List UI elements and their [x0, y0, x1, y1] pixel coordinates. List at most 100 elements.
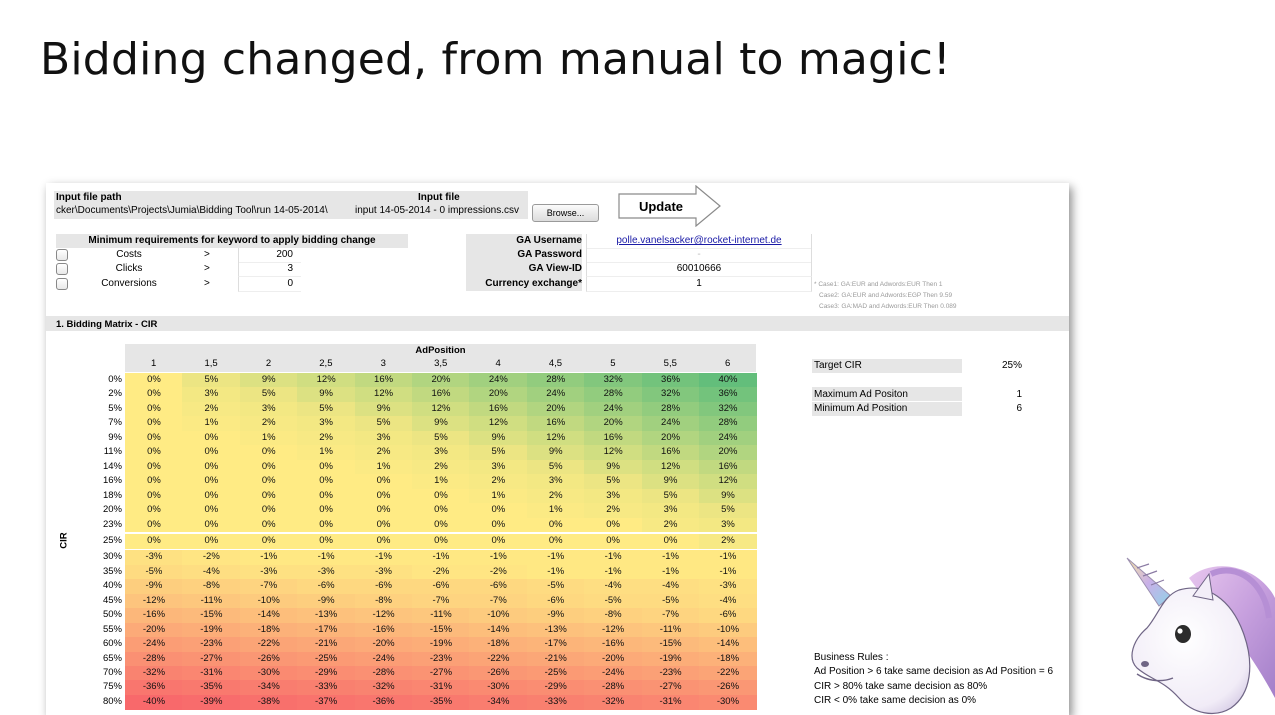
matrix-cell[interactable]: 2%	[412, 459, 470, 475]
matrix-cell[interactable]: -1%	[584, 550, 643, 566]
matrix-cell[interactable]: -29%	[526, 680, 585, 696]
matrix-cell[interactable]: 2%	[584, 503, 643, 518]
matrix-cell[interactable]: -4%	[584, 579, 643, 595]
matrix-cell[interactable]: -24%	[125, 637, 183, 653]
matrix-cell[interactable]: -6%	[412, 579, 470, 595]
matrix-cell[interactable]: -2%	[412, 564, 470, 580]
matrix-cell[interactable]: -1%	[699, 550, 757, 566]
matrix-cell[interactable]: 0%	[125, 517, 183, 533]
matrix-cell[interactable]: -6%	[354, 579, 413, 595]
matrix-cell[interactable]: -35%	[182, 680, 241, 696]
matrix-cell[interactable]: 24%	[699, 430, 757, 446]
matrix-cell[interactable]: 0%	[297, 503, 356, 518]
matrix-cell[interactable]: 28%	[584, 387, 643, 403]
matrix-cell[interactable]: -4%	[641, 579, 700, 595]
matrix-cell[interactable]: 0%	[239, 533, 298, 549]
matrix-cell[interactable]: 5%	[699, 503, 757, 518]
matrix-cell[interactable]: -1%	[412, 550, 470, 566]
matrix-cell[interactable]: 3%	[354, 430, 413, 446]
matrix-cell[interactable]: 32%	[584, 373, 643, 388]
matrix-cell[interactable]: 0%	[469, 533, 528, 549]
matrix-cell[interactable]: 0%	[469, 517, 528, 533]
matrix-cell[interactable]: 0%	[182, 445, 241, 461]
matrix-cell[interactable]: -3%	[297, 564, 356, 580]
matrix-cell[interactable]: -7%	[412, 593, 470, 609]
matrix-cell[interactable]: -3%	[699, 579, 757, 595]
matrix-cell[interactable]: 0%	[641, 533, 700, 549]
matrix-cell[interactable]: -9%	[526, 608, 585, 624]
matrix-cell[interactable]: -34%	[469, 694, 528, 710]
matrix-cell[interactable]: 9%	[469, 430, 528, 446]
matrix-cell[interactable]: -32%	[125, 666, 183, 681]
matrix-cell[interactable]: -40%	[125, 694, 183, 710]
matrix-cell[interactable]: -11%	[182, 593, 241, 609]
matrix-cell[interactable]: -24%	[584, 666, 643, 681]
matrix-cell[interactable]: 3%	[239, 401, 298, 417]
min-ad-value[interactable]: 6	[964, 402, 1024, 415]
matrix-cell[interactable]: 36%	[641, 373, 700, 388]
matrix-cell[interactable]: -28%	[354, 666, 413, 681]
matrix-cell[interactable]: 3%	[641, 503, 700, 518]
matrix-cell[interactable]: -31%	[412, 680, 470, 696]
matrix-cell[interactable]: -6%	[699, 608, 757, 624]
matrix-cell[interactable]: 12%	[526, 430, 585, 446]
matrix-cell[interactable]: 0%	[239, 488, 298, 504]
matrix-cell[interactable]: 3%	[469, 459, 528, 475]
matrix-cell[interactable]: 9%	[297, 387, 356, 403]
matrix-cell[interactable]: -5%	[641, 593, 700, 609]
matrix-cell[interactable]: -22%	[239, 637, 298, 653]
matrix-cell[interactable]: 5%	[412, 430, 470, 446]
matrix-cell[interactable]: -17%	[526, 637, 585, 653]
matrix-cell[interactable]: -19%	[412, 637, 470, 653]
matrix-cell[interactable]: 2%	[297, 430, 356, 446]
matrix-cell[interactable]: -14%	[239, 608, 298, 624]
matrix-cell[interactable]: -27%	[641, 680, 700, 696]
matrix-cell[interactable]: 0%	[125, 387, 183, 403]
matrix-cell[interactable]: -12%	[584, 622, 643, 638]
matrix-cell[interactable]: 0%	[182, 517, 241, 533]
matrix-cell[interactable]: -10%	[239, 593, 298, 609]
matrix-cell[interactable]: -14%	[469, 622, 528, 638]
matrix-cell[interactable]: 16%	[584, 430, 643, 446]
matrix-cell[interactable]: 9%	[699, 488, 757, 504]
matrix-cell[interactable]: -20%	[584, 651, 643, 667]
matrix-cell[interactable]: -2%	[469, 564, 528, 580]
matrix-cell[interactable]: 0%	[182, 488, 241, 504]
matrix-cell[interactable]: 0%	[182, 430, 241, 446]
matrix-cell[interactable]: -1%	[239, 550, 298, 566]
matrix-cell[interactable]: 28%	[641, 401, 700, 417]
matrix-cell[interactable]: -27%	[182, 651, 241, 667]
matrix-cell[interactable]: 12%	[354, 387, 413, 403]
matrix-cell[interactable]: 20%	[699, 445, 757, 461]
matrix-cell[interactable]: -32%	[584, 694, 643, 710]
matrix-cell[interactable]: 0%	[354, 474, 413, 490]
matrix-cell[interactable]: 24%	[641, 416, 700, 432]
matrix-cell[interactable]: -23%	[641, 666, 700, 681]
matrix-cell[interactable]: -7%	[239, 579, 298, 595]
matrix-cell[interactable]: -24%	[354, 651, 413, 667]
matrix-cell[interactable]: 3%	[182, 387, 241, 403]
matrix-cell[interactable]: -1%	[641, 550, 700, 566]
matrix-cell[interactable]: 28%	[699, 416, 757, 432]
matrix-cell[interactable]: -13%	[297, 608, 356, 624]
matrix-cell[interactable]: -7%	[641, 608, 700, 624]
matrix-cell[interactable]: -8%	[354, 593, 413, 609]
matrix-cell[interactable]: 1%	[239, 430, 298, 446]
conversions-checkbox[interactable]	[56, 278, 68, 290]
matrix-cell[interactable]: 3%	[412, 445, 470, 461]
matrix-cell[interactable]: 0%	[125, 430, 183, 446]
matrix-cell[interactable]: -17%	[297, 622, 356, 638]
matrix-cell[interactable]: -13%	[526, 622, 585, 638]
matrix-cell[interactable]: 28%	[526, 373, 585, 388]
matrix-cell[interactable]: -28%	[125, 651, 183, 667]
matrix-cell[interactable]: 16%	[412, 387, 470, 403]
matrix-cell[interactable]: -30%	[699, 694, 757, 710]
matrix-cell[interactable]: -18%	[239, 622, 298, 638]
matrix-cell[interactable]: 0%	[297, 488, 356, 504]
matrix-cell[interactable]: 9%	[239, 373, 298, 388]
matrix-cell[interactable]: 0%	[354, 503, 413, 518]
matrix-cell[interactable]: 9%	[354, 401, 413, 417]
matrix-cell[interactable]: -6%	[469, 579, 528, 595]
matrix-cell[interactable]: 16%	[641, 445, 700, 461]
matrix-cell[interactable]: -1%	[297, 550, 356, 566]
